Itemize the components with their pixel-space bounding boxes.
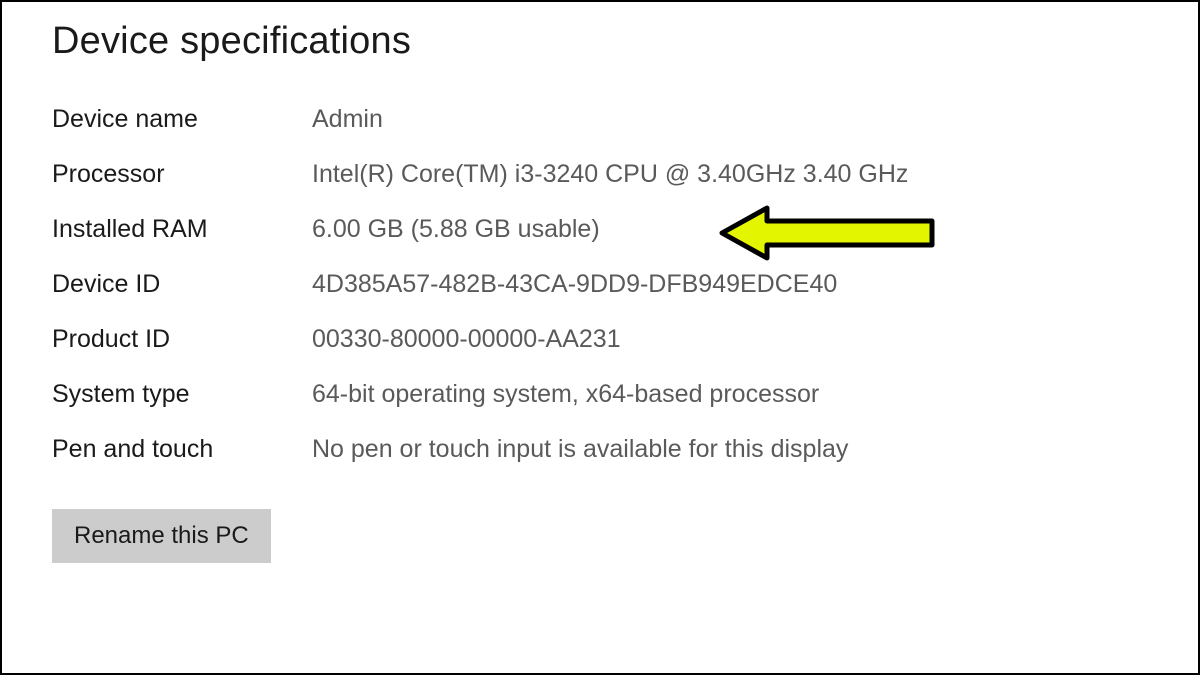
spec-row-device-id: Device ID 4D385A57-482B-43CA-9DD9-DFB949… <box>52 270 1148 299</box>
spec-label: Installed RAM <box>52 215 312 244</box>
spec-row-device-name: Device name Admin <box>52 105 1148 134</box>
spec-label: Product ID <box>52 325 312 354</box>
spec-value: 64-bit operating system, x64-based proce… <box>312 380 819 409</box>
spec-row-system-type: System type 64-bit operating system, x64… <box>52 380 1148 409</box>
spec-value: 6.00 GB (5.88 GB usable) <box>312 215 600 244</box>
spec-value: No pen or touch input is available for t… <box>312 435 848 464</box>
spec-label: Device name <box>52 105 312 134</box>
spec-row-pen-touch: Pen and touch No pen or touch input is a… <box>52 435 1148 464</box>
spec-value: Admin <box>312 105 383 134</box>
spec-label: Pen and touch <box>52 435 312 464</box>
spec-label: Device ID <box>52 270 312 299</box>
spec-label: Processor <box>52 160 312 189</box>
spec-label: System type <box>52 380 312 409</box>
arrow-left-icon <box>712 202 942 264</box>
spec-row-product-id: Product ID 00330-80000-00000-AA231 <box>52 325 1148 354</box>
spec-value: 00330-80000-00000-AA231 <box>312 325 621 354</box>
device-specifications-heading: Device specifications <box>52 20 1148 63</box>
spec-value: Intel(R) Core(TM) i3-3240 CPU @ 3.40GHz … <box>312 160 908 189</box>
spec-row-installed-ram: Installed RAM 6.00 GB (5.88 GB usable) <box>52 215 1148 244</box>
rename-pc-button[interactable]: Rename this PC <box>52 509 271 563</box>
specs-table: Device name Admin Processor Intel(R) Cor… <box>52 105 1148 464</box>
spec-row-processor: Processor Intel(R) Core(TM) i3-3240 CPU … <box>52 160 1148 189</box>
spec-value: 4D385A57-482B-43CA-9DD9-DFB949EDCE40 <box>312 270 837 299</box>
